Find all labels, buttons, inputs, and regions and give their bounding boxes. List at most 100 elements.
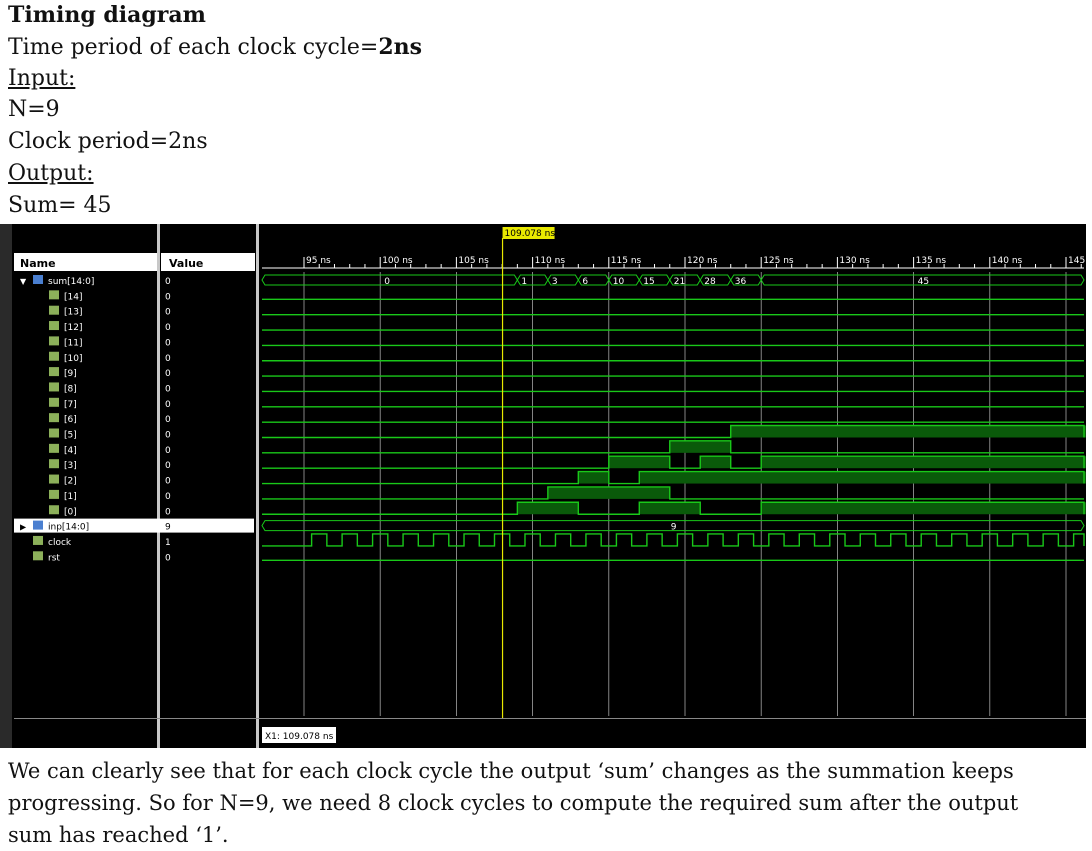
signal-name[interactable]: rst xyxy=(48,553,60,563)
time-tick-label: 115 ns xyxy=(611,256,642,266)
signal-name[interactable]: [9] xyxy=(64,369,77,379)
signal-name[interactable]: [10] xyxy=(64,354,82,364)
name-column-header[interactable]: Name xyxy=(20,257,56,270)
output-sum: Sum= 45 xyxy=(8,193,112,218)
bus-value-label: 3 xyxy=(552,277,558,287)
bit-high-fill xyxy=(578,471,609,484)
signal-name[interactable]: [1] xyxy=(64,492,77,502)
bit-waveform xyxy=(262,486,1084,500)
page-title: Timing diagram xyxy=(8,2,206,28)
time-tick-label: 130 ns xyxy=(839,256,870,266)
signal-type-icon xyxy=(33,551,43,561)
signal-value: 0 xyxy=(165,446,171,456)
clock-period-line: Time period of each clock cycle=2ns xyxy=(8,34,422,60)
signal-value: 0 xyxy=(165,507,171,517)
time-tick-label: 125 ns xyxy=(763,256,794,266)
expand-toggle-icon[interactable]: ▶ xyxy=(20,523,27,532)
signal-value: 0 xyxy=(165,369,171,379)
bit-high-fill xyxy=(547,486,670,499)
signal-name[interactable]: [2] xyxy=(64,477,77,487)
signal-name[interactable]: [8] xyxy=(64,384,77,394)
signal-type-icon xyxy=(49,413,59,423)
column-divider xyxy=(157,224,160,748)
signal-type-icon xyxy=(49,367,59,377)
bit-high-fill xyxy=(700,456,731,469)
clock-period-label: Time period of each clock cycle= xyxy=(8,35,379,60)
signal-type-icon xyxy=(49,351,59,361)
signal-name[interactable]: clock xyxy=(48,538,72,548)
time-tick-label: 120 ns xyxy=(687,256,718,266)
clock-period-value: 2ns xyxy=(378,34,423,60)
cursor-time-label: 109.078 ns xyxy=(505,229,556,239)
signal-type-icon xyxy=(49,459,59,469)
time-tick-label: 110 ns xyxy=(535,256,566,266)
bit-high-fill xyxy=(730,425,1092,438)
bus-value-label: 28 xyxy=(704,277,716,287)
input-clock-period: Clock period=2ns xyxy=(8,129,208,154)
bit-high-fill xyxy=(608,456,670,469)
signal-name[interactable]: sum[14:0] xyxy=(48,277,94,287)
signal-type-icon xyxy=(49,443,59,453)
bus-value-label: 36 xyxy=(735,277,747,287)
input-heading: Input: xyxy=(8,66,76,91)
signal-type-icon xyxy=(49,505,59,515)
signal-type-icon xyxy=(49,428,59,438)
time-tick-label: 145 xyxy=(1068,256,1085,266)
signal-type-icon xyxy=(33,520,43,530)
bus-value-label: 9 xyxy=(671,523,677,533)
input-n: N=9 xyxy=(8,97,60,122)
signal-value: 0 xyxy=(165,354,171,364)
signal-name[interactable]: [14] xyxy=(64,292,82,302)
bit-high-fill xyxy=(761,456,1092,469)
signal-value: 1 xyxy=(165,538,171,548)
signal-name[interactable]: [3] xyxy=(64,461,77,471)
signal-type-icon xyxy=(33,275,43,284)
expand-toggle-icon[interactable]: ▼ xyxy=(20,277,27,286)
signal-name[interactable]: [11] xyxy=(64,338,82,348)
bit-high-fill xyxy=(669,440,731,453)
bus-value-label: 45 xyxy=(918,277,929,287)
signal-name[interactable]: inp[14:0] xyxy=(48,523,89,533)
value-column-header[interactable]: Value xyxy=(169,257,203,270)
bus-value-label: 6 xyxy=(582,277,588,287)
signal-value: 0 xyxy=(165,492,171,502)
column-divider xyxy=(256,224,259,748)
bit-high-fill xyxy=(761,502,1092,515)
signal-type-icon xyxy=(49,397,59,407)
toolbar-strip xyxy=(0,224,12,748)
bit-high-fill xyxy=(639,471,1092,484)
signal-type-icon xyxy=(49,382,59,392)
signal-value: 0 xyxy=(165,292,171,302)
bit-high-fill xyxy=(517,502,579,515)
signal-name[interactable]: [0] xyxy=(64,507,77,517)
signal-type-icon xyxy=(49,474,59,484)
signal-value: 9 xyxy=(165,523,171,533)
signal-type-icon xyxy=(33,535,43,545)
signal-value: 0 xyxy=(165,477,171,487)
waveform-canvas: Name Value 95 ns 100 ns 105 ns 110 ns 115 ns 12… xyxy=(0,224,1092,748)
signal-value: 0 xyxy=(165,400,171,410)
signal-name[interactable]: [6] xyxy=(64,415,77,425)
output-heading: Output: xyxy=(8,161,94,186)
status-divider xyxy=(14,718,1086,719)
time-tick-label: 140 ns xyxy=(992,256,1023,266)
time-tick-label: 100 ns xyxy=(382,256,413,266)
signal-name[interactable]: [4] xyxy=(64,446,77,456)
waveform-viewer-screenshot: Name Value 95 ns 100 ns 105 ns 110 ns 115 ns 12… xyxy=(0,224,1092,748)
signal-value: 0 xyxy=(165,553,171,563)
time-tick-label: 95 ns xyxy=(306,256,331,266)
signal-name[interactable]: [13] xyxy=(64,308,82,318)
signal-value: 0 xyxy=(165,323,171,333)
signal-value: 0 xyxy=(165,384,171,394)
signal-value: 0 xyxy=(165,308,171,318)
bus-value-label: 10 xyxy=(613,277,625,287)
signal-type-icon xyxy=(49,290,59,300)
signal-value: 0 xyxy=(165,415,171,425)
signal-value: 0 xyxy=(165,461,171,471)
time-tick-label: 105 ns xyxy=(458,256,489,266)
signal-name[interactable]: [12] xyxy=(64,323,82,333)
signal-name[interactable]: [7] xyxy=(64,400,77,410)
signal-type-icon xyxy=(49,489,59,499)
bus-value-label: 21 xyxy=(674,277,685,287)
signal-name[interactable]: [5] xyxy=(64,431,77,441)
